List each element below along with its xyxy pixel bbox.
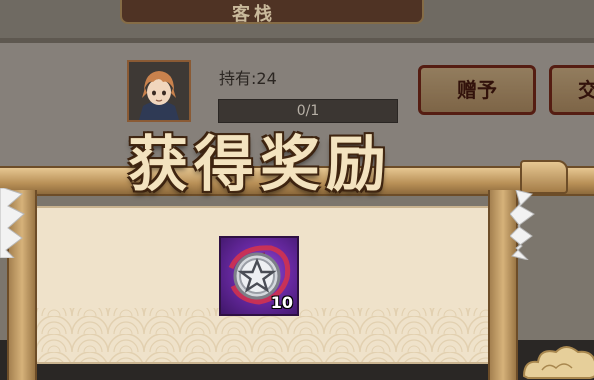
game-screen: 客栈 持有:24 0/1 赠予 交 获得奖励 10 — [0, 0, 594, 380]
reward-title: 获得奖励 — [128, 130, 392, 200]
paper-streamer-right-icon — [510, 190, 535, 260]
hold-count-text: 持有:24 — [219, 65, 277, 89]
paper-streamer-left-icon — [0, 188, 25, 258]
character-avatar[interactable] — [127, 60, 191, 122]
torii-beam-end — [520, 160, 568, 194]
background-title-text: 客栈 — [232, 4, 276, 25]
background-title-banner: 客栈 — [120, 0, 424, 25]
hold-label: 持有: — [219, 69, 257, 88]
cloud-ornament-icon — [522, 346, 594, 379]
reward-title-wrap: 获得奖励 — [100, 122, 420, 208]
hold-count: 24 — [256, 69, 277, 88]
gift-button[interactable]: 赠予 — [418, 65, 536, 115]
character-portrait-icon — [129, 62, 189, 120]
reward-item-slot[interactable]: 10 — [219, 236, 299, 316]
reward-item-count: 10 — [270, 293, 293, 312]
exchange-button[interactable]: 交 — [549, 65, 594, 115]
progress-label: 0/1 — [296, 103, 320, 119]
progress-bar: 0/1 — [218, 99, 398, 123]
